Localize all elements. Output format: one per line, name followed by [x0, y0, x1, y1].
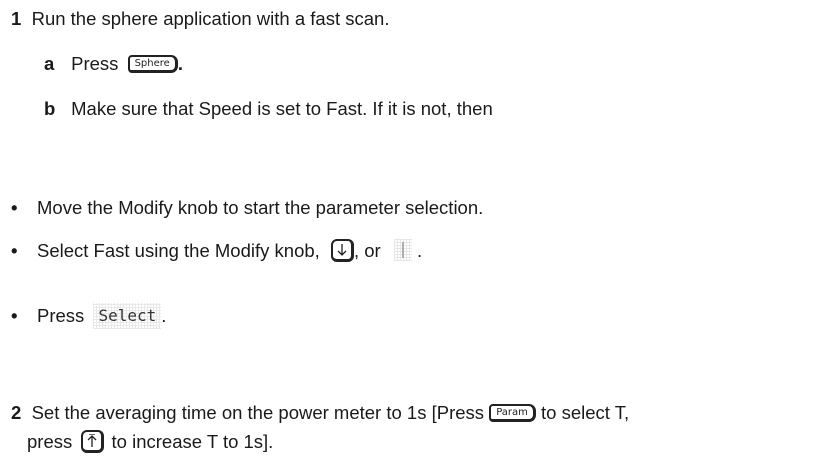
bullet-item-2: • Select Fast using the Modify knob, , or…	[11, 238, 423, 264]
bullet-marker: •	[11, 240, 18, 261]
bullet-press-label: Press	[37, 305, 85, 326]
bullet-or-text: , or	[353, 240, 381, 261]
substep-letter: a	[44, 53, 55, 74]
down-arrow-key-icon[interactable]	[330, 238, 354, 262]
bullet-text: Select Fast using the Modify knob,	[37, 240, 320, 261]
param-key[interactable]: Param	[489, 404, 536, 423]
step-2-line-2: press to increase T to 1s].	[27, 429, 274, 455]
sphere-key-label: Sphere	[134, 58, 170, 70]
substep-text: Make sure that Speed is set to Fast. If …	[71, 98, 493, 119]
step-text: press	[27, 431, 73, 452]
up-arrow-key-icon[interactable]	[81, 429, 105, 453]
bullet-marker: •	[11, 305, 18, 326]
step-number: 2	[11, 402, 22, 423]
bullet-end: .	[416, 240, 423, 261]
bullet-item-3: • Press Select.	[11, 304, 166, 330]
step-text: Set the averaging time on the power mete…	[31, 402, 485, 423]
param-key-label: Param	[496, 407, 528, 419]
select-softkey[interactable]: Select	[93, 303, 161, 329]
substep-letter: b	[44, 98, 56, 119]
step-1b: b Make sure that Speed is set to Fast. I…	[44, 97, 493, 121]
bullet-marker: •	[11, 197, 18, 218]
bullet-end: .	[161, 305, 167, 326]
step-text: Run the sphere application with a fast s…	[31, 8, 390, 29]
step-text-post: to select T,	[541, 402, 630, 423]
step-number: 1	[11, 8, 22, 29]
step-text: to increase T to 1s].	[111, 431, 274, 452]
knob-icon[interactable]	[393, 239, 412, 262]
sphere-key[interactable]: Sphere	[127, 55, 178, 74]
step-1: 1 Run the sphere application with a fast…	[11, 7, 389, 31]
substep-press-label: Press	[71, 53, 119, 74]
bullet-item-1: • Move the Modify knob to start the param…	[11, 196, 483, 220]
bullet-text: Move the Modify knob to start the parame…	[37, 197, 484, 218]
step-2: 2 Set the averaging time on the power me…	[11, 401, 629, 425]
step-1a: a Press Sphere.	[44, 53, 183, 74]
